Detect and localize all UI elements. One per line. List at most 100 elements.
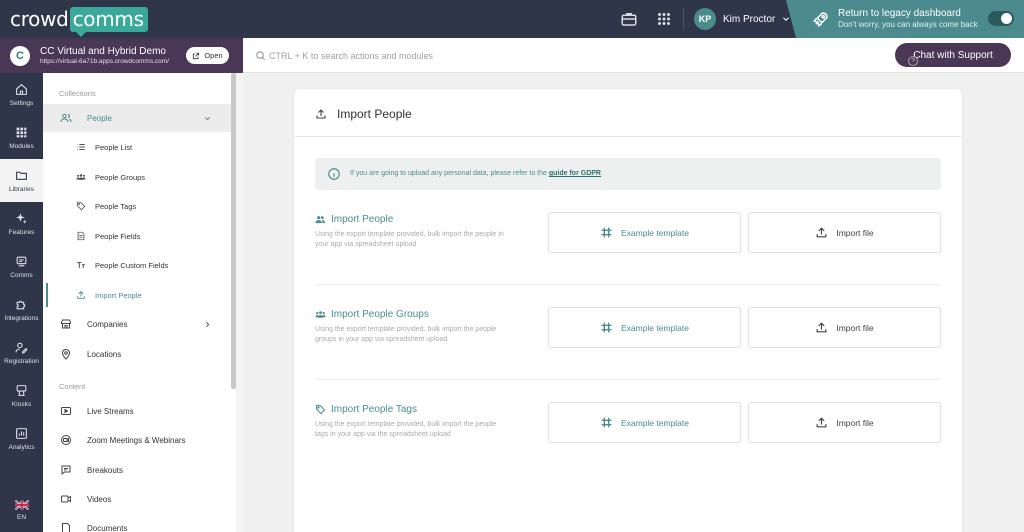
button-label: Example template [620,227,690,238]
chevron-right-icon [206,321,210,327]
sidebar-item-label: People Tags [95,201,137,211]
map-pin-icon [61,349,71,360]
gdpr-guide-link[interactable]: guide for GDPR [549,170,601,177]
section-description: Using the export template provided, bulk… [315,421,497,438]
user-name: Kim Proctor [723,13,776,25]
user-menu[interactable]: KP Kim Proctor [694,7,791,31]
import-section-people-tags: Import People Tags Using the export temp… [315,402,941,472]
sidebar-item-videos[interactable]: Videos [43,485,236,513]
section-description: Using the export template provided, bulk… [315,231,504,248]
list-icon [77,143,85,151]
rail-item-kiosks[interactable]: Kiosks [0,374,43,417]
sidebar-item-people-tags[interactable]: People Tags [43,192,236,220]
rail-label: Comms [10,271,33,279]
sidebar-item-breakouts[interactable]: Breakouts [43,456,236,484]
chart-icon [16,427,27,439]
users-icon [60,113,72,123]
sidebar-item-import-people[interactable]: Import People [43,281,236,309]
sidebar-item-label: Documents [87,523,128,532]
section-title-text: Import People Groups [331,309,429,320]
crowdcomms-logo[interactable]: crowd comms [10,6,148,37]
page-title: Import People [337,107,412,121]
apps-grid-icon[interactable] [655,10,673,28]
example-template-button[interactable]: Example template [548,402,741,443]
app-url[interactable]: https://virtual-6a71b.apps.crowdcomms.co… [40,58,169,65]
sidebar-item-zoom-meetings[interactable]: Zoom Meetings & Webinars [43,426,236,454]
sidebar-item-label: People List [95,142,133,152]
rail-item-analytics[interactable]: Analytics [0,417,43,460]
hashtag-grid-icon [601,227,612,238]
example-template-button[interactable]: Example template [548,307,741,348]
rail-label: Settings [9,99,34,107]
import-file-button[interactable]: Import file [748,212,941,253]
import-file-button[interactable]: Import file [748,402,941,443]
toggle-knob [1001,13,1012,24]
button-label: Example template [620,322,690,333]
sidebar-scrollbar[interactable] [231,73,236,389]
sidebar-item-label: Companies [87,319,128,329]
libraries-sidebar: Collections People People List People Gr… [43,73,236,532]
sidebar-item-people[interactable]: People [43,104,236,132]
avatar: KP [694,8,716,30]
button-label: Import file [836,227,874,238]
section-heading-collections: Collections [59,89,96,98]
sidebar-item-locations[interactable]: Locations [43,340,236,368]
sparkle-icon [16,212,27,224]
logo-text-comms: comms [69,6,148,37]
sidebar-item-label: Live Streams [87,406,134,416]
user-edit-icon [15,342,28,353]
app-logo-icon: C [10,46,30,66]
sidebar-item-live-streams[interactable]: Live Streams [43,397,236,425]
rocket-icon [813,12,828,27]
sidebar-item-people-groups[interactable]: People Groups [43,163,236,191]
legacy-subtitle: Don't worry, you can always come back [838,20,978,29]
card-header: Import People [294,89,962,137]
briefcase-icon[interactable] [620,10,638,28]
import-section-people: Import People Using the export template … [315,212,941,285]
legacy-toggle[interactable] [988,11,1014,26]
comms-icon [16,256,27,266]
kiosk-icon [16,384,27,396]
sidebar-item-companies[interactable]: Companies [43,310,236,338]
sidebar-item-label: Videos [87,494,112,504]
upload-icon [816,227,827,238]
rail-label: EN [16,514,27,521]
rail-item-comms[interactable]: Comms [0,245,43,288]
hashtag-grid-icon [601,322,612,333]
open-label: Open [204,51,223,60]
sidebar-item-documents[interactable]: Documents [43,514,236,532]
chevron-down-icon [204,116,211,120]
zoom-icon [61,435,71,445]
grid-icon [16,127,27,137]
open-app-button[interactable]: Open [186,47,229,64]
rail-item-modules[interactable]: Modules [0,116,43,159]
section-heading-content: Content [59,382,86,391]
user-group-icon [76,174,86,180]
video-camera-icon [61,495,71,503]
example-template-button[interactable]: Example template [548,212,741,253]
rail-item-integrations[interactable]: Integrations [0,288,43,331]
hashtag-grid-icon [601,417,612,428]
file-icon [62,523,70,532]
import-file-button[interactable]: Import file [748,307,941,348]
rail-item-features[interactable]: Features [0,202,43,245]
sidebar-item-people-fields[interactable]: People Fields [43,222,236,250]
sidebar-item-people-list[interactable]: People List [43,133,236,161]
section-divider [315,284,941,285]
sidebar-item-people-custom-fields[interactable]: People Custom Fields [43,251,236,279]
sidebar-item-label: Locations [87,349,122,359]
upload-icon [816,322,827,333]
section-divider [315,379,941,380]
rail-item-libraries[interactable]: Libraries [0,159,43,202]
rail-item-settings[interactable]: Settings [0,73,43,116]
rail-item-registration[interactable]: Registration [0,331,43,374]
legacy-dashboard-banner[interactable]: Return to legacy dashboard Don't worry, … [786,0,1024,38]
language-selector[interactable]: EN [0,489,43,532]
document-icon [77,231,85,241]
app-header: C CC Virtual and Hybrid Demo https://vir… [0,38,243,73]
button-label: Import file [836,322,874,333]
chat-with-support-button[interactable]: Chat with Support [895,43,1011,67]
search-input[interactable] [269,46,669,66]
folder-icon [16,171,27,180]
external-link-icon [193,52,200,59]
